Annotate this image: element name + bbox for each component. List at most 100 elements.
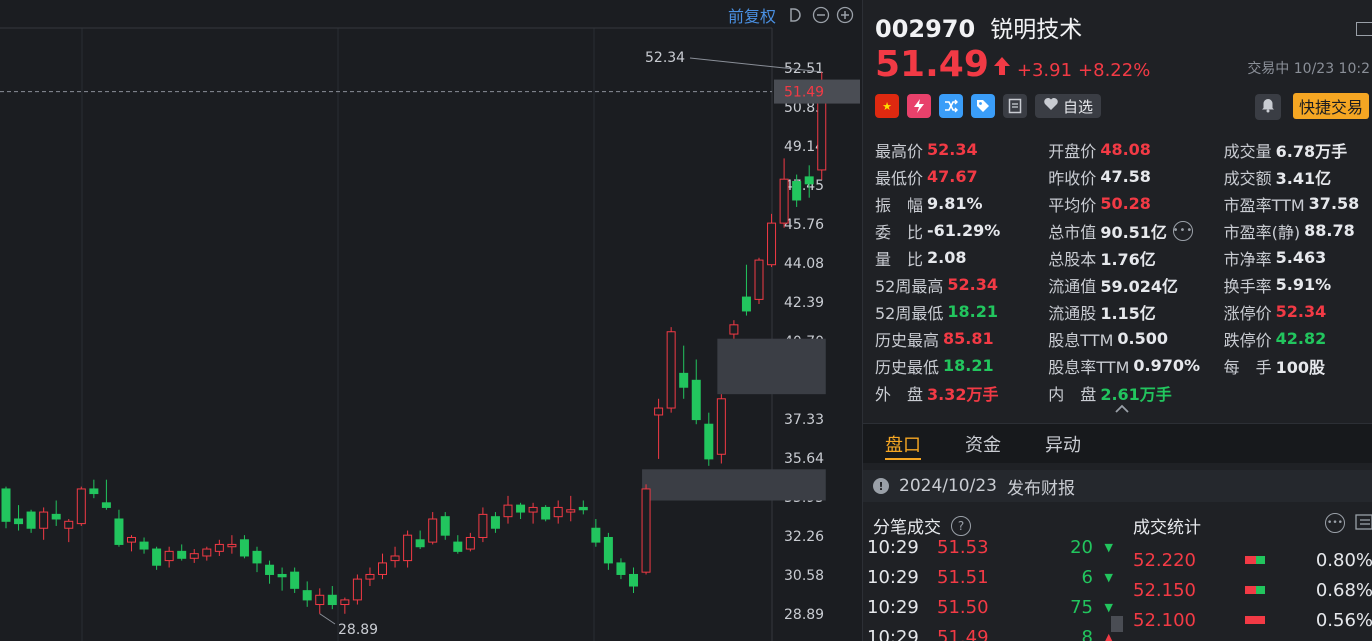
triangle-up-icon: ▲ [1104, 630, 1113, 641]
tick-row: 10:29 51.53 20 ▼ [867, 533, 1117, 561]
undo-icon[interactable] [788, 6, 806, 24]
stat-value: 18.21 [943, 356, 994, 375]
y-tick-label: 30.58 [784, 568, 824, 584]
stat-label: 市盈率(静) [1223, 222, 1301, 242]
candle-body [516, 504, 526, 513]
list-layout-icon[interactable] [1355, 513, 1372, 535]
candle-body [340, 599, 350, 606]
candle-body [440, 516, 450, 536]
high-marker-label: 52.34 [645, 50, 685, 66]
candle-body [704, 423, 714, 460]
stat-value: 2.08 [927, 248, 967, 267]
stat-value: 88.78 [1304, 221, 1355, 240]
note-icon[interactable] [1003, 94, 1027, 118]
stats-row: 历史最高 85.81 股息TTM 0.500 跌停价 42.82 [875, 325, 1372, 352]
candlestick[interactable] [641, 484, 651, 575]
stat-cell: 总市值 90.51亿 ••• [1048, 219, 1223, 243]
add-watchlist-button[interactable]: 自选 [1035, 94, 1102, 118]
stat-label: 昨收价 [1048, 168, 1097, 188]
stats-row: 委 比 -61.29% 总市值 90.51亿 ••• 市盈率(静) 88.78 [875, 217, 1372, 244]
stat-value: 52.34 [927, 140, 978, 159]
scroll-marker[interactable] [1111, 616, 1123, 632]
stat-cell: 52周最高 52.34 [875, 273, 1048, 297]
candle-body [616, 562, 626, 575]
candle-body [691, 379, 701, 421]
candle-body [290, 571, 300, 589]
stat-value: 52.34 [947, 275, 998, 294]
candlestick[interactable] [352, 574, 362, 605]
candle-body [302, 590, 312, 601]
candlestick[interactable] [666, 327, 676, 413]
stat-label: 跌停价 [1223, 330, 1272, 350]
candle-body [76, 488, 86, 525]
margin-trading-icon[interactable] [907, 94, 931, 118]
quick-trade-button[interactable]: 快捷交易 [1293, 93, 1370, 119]
candle-body [654, 407, 664, 416]
stat-label: 平均价 [1048, 195, 1097, 215]
y-tick-label: 42.39 [784, 295, 824, 311]
candle-body [553, 506, 563, 518]
candle-body [89, 488, 99, 495]
stat-label: 市盈率TTM [1223, 195, 1305, 215]
alert-bell-button[interactable] [1255, 94, 1281, 120]
candlestick[interactable] [716, 394, 726, 464]
tab-order-book[interactable]: 盘口 [863, 424, 943, 464]
candle-body [403, 534, 413, 562]
stat-label: 股息TTM [1048, 330, 1114, 350]
candlestick[interactable] [440, 512, 450, 540]
buy-sell-ratio-bar [1245, 586, 1305, 594]
tick-volume: 8 [1081, 626, 1093, 641]
event-notice[interactable]: ! 2024/10/23 发布财报 [863, 470, 1372, 502]
stat-cell: 开盘价 48.08 [1048, 138, 1223, 162]
stat-label: 量 比 [875, 249, 924, 269]
collapse-chevron-icon[interactable] [1115, 402, 1129, 418]
stat-label: 外 盘 [875, 384, 924, 404]
panel-layout-icon[interactable] [1356, 22, 1372, 36]
candle-body [127, 536, 136, 543]
trade-stat-row: 52.220 0.80% [1133, 545, 1372, 575]
candlestick[interactable] [754, 257, 764, 305]
zoom-in-icon[interactable] [836, 6, 854, 24]
candle-body [14, 518, 24, 525]
trade-stat-row: 52.150 0.68% [1133, 575, 1372, 605]
last-price-tag-label: 51.49 [784, 85, 824, 101]
candle-body [767, 222, 777, 266]
more-icon[interactable]: ••• [1173, 220, 1193, 241]
tab-anomaly[interactable]: 异动 [1023, 424, 1103, 464]
detail-tabs: 盘口 资金 异动 [863, 423, 1372, 463]
price-tag-icon[interactable] [971, 94, 995, 118]
stat-value: 48.08 [1100, 140, 1151, 159]
stat-label: 振 幅 [875, 195, 924, 215]
candle-body [716, 398, 726, 455]
candle-body [365, 573, 375, 580]
candle-body [478, 513, 488, 538]
adjust-mode-button[interactable]: 前复权 [728, 3, 776, 27]
stat-value: 3.41亿 [1275, 168, 1332, 188]
stat-label: 市净率 [1223, 249, 1272, 269]
y-tick-label: 37.33 [784, 412, 824, 428]
candle-body [578, 506, 588, 511]
tick-time: 10:29 [867, 596, 919, 618]
candle-body [428, 518, 438, 543]
stat-cell: 平均价 50.28 [1048, 192, 1223, 216]
candle-body [114, 518, 124, 545]
candle-body [528, 506, 538, 513]
kline-chart[interactable]: 52.5150.8349.1447.4545.7644.0842.3940.70… [0, 0, 862, 641]
candle-body [189, 553, 199, 559]
tab-capital-flow[interactable]: 资金 [943, 424, 1023, 464]
event-text: 发布财报 [1006, 478, 1075, 499]
candlestick[interactable] [76, 486, 86, 526]
stat-cell: 最高价 52.34 [875, 138, 1048, 162]
candle-body [1, 488, 11, 522]
candle-body [503, 504, 513, 518]
watchlist-label: 自选 [1063, 97, 1094, 116]
candlestick[interactable] [541, 505, 551, 522]
stat-cell: 涨停价 52.34 [1224, 300, 1372, 324]
kline-chart-area[interactable]: 52.5150.8349.1447.4545.7644.0842.3940.70… [0, 0, 862, 641]
zoom-out-icon[interactable] [812, 6, 830, 24]
candle-body [779, 178, 789, 224]
shuffle-icon[interactable] [939, 94, 963, 118]
candle-body [729, 324, 739, 335]
more-icon[interactable]: ••• [1325, 513, 1345, 533]
triangle-down-icon: ▼ [1104, 570, 1113, 584]
